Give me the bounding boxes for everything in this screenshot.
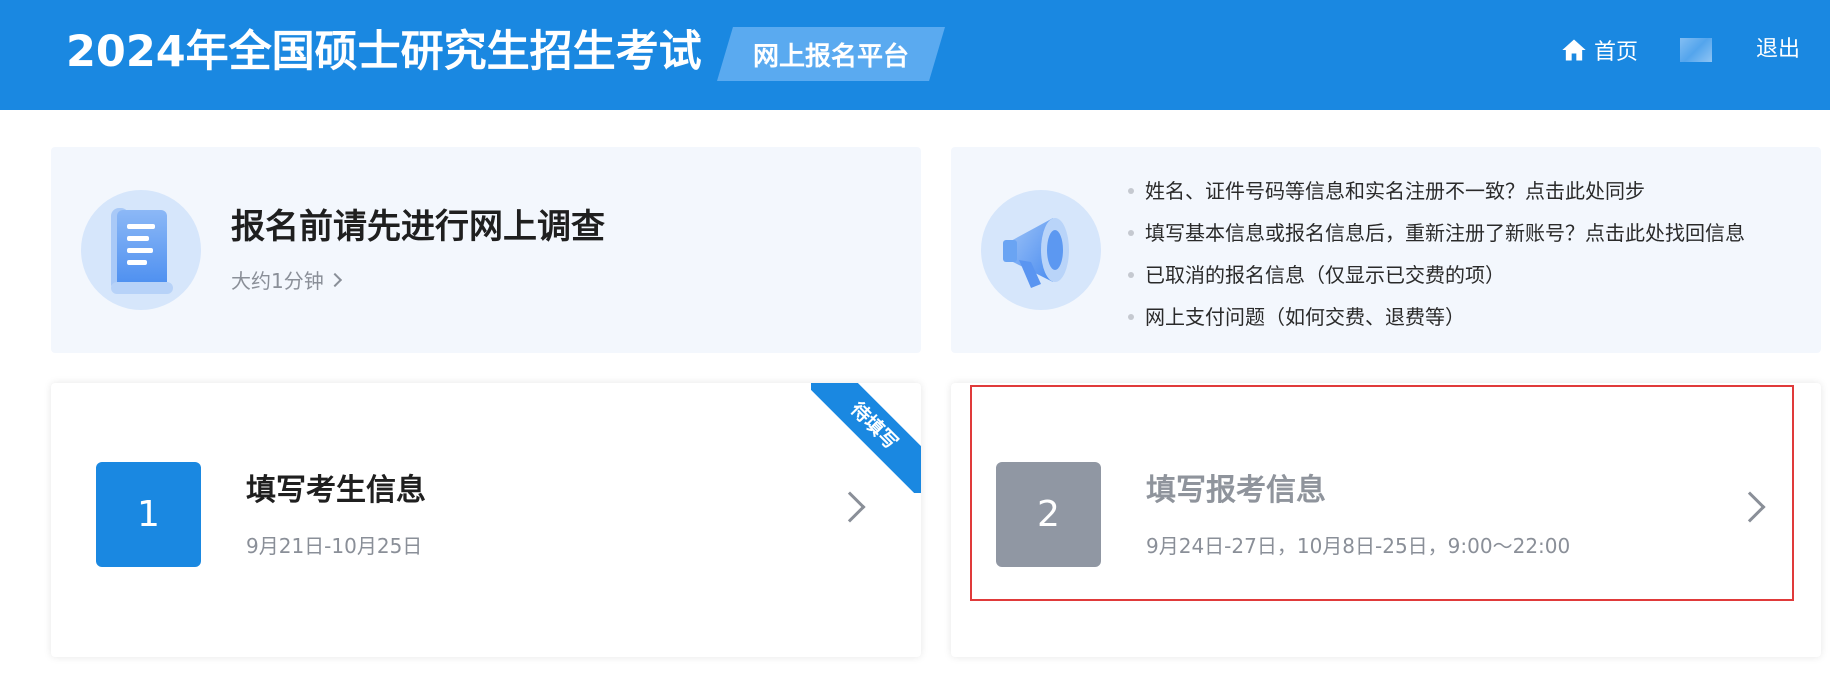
step-title: 填写考生信息 [246, 473, 426, 508]
megaphone-icon-circle [981, 190, 1101, 310]
step-number-badge: 2 [996, 462, 1101, 567]
help-link-sync-identity[interactable]: 姓名、证件号码等信息和实名注册不一致？点击此处同步 [1128, 170, 1745, 212]
status-ribbon: 待填写 [811, 383, 921, 493]
help-links-list: 姓名、证件号码等信息和实名注册不一致？点击此处同步 填写基本信息或报名信息后，重… [1128, 170, 1745, 338]
survey-duration-label: 大约1分钟 [231, 269, 324, 293]
step-title: 填写报考信息 [1146, 473, 1326, 508]
step-date: 9月24日-27日，10月8日-25日，9:00～22:00 [1146, 534, 1571, 558]
platform-badge: 网上报名平台 [717, 27, 945, 81]
chevron-right-icon [327, 272, 342, 287]
help-info-card: 姓名、证件号码等信息和实名注册不一致？点击此处同步 填写基本信息或报名信息后，重… [951, 147, 1821, 353]
step-card-candidate-info[interactable]: 1 填写考生信息 9月21日-10月25日 待填写 [51, 383, 921, 657]
nav-home-link[interactable]: 首页 [1560, 32, 1638, 68]
exam-title: 2024年全国硕士研究生招生考试 [66, 27, 702, 77]
survey-duration-link[interactable]: 大约1分钟 [231, 265, 342, 294]
help-link-cancelled-registrations[interactable]: 已取消的报名信息（仅显示已交费的项） [1128, 254, 1745, 296]
step-number-badge: 1 [96, 462, 201, 567]
nav-logout-link[interactable]: 退出 [1756, 32, 1800, 68]
help-link-payment-issues[interactable]: 网上支付问题（如何交费、退费等） [1128, 296, 1745, 338]
user-avatar[interactable] [1680, 38, 1712, 62]
platform-badge-label: 网上报名平台 [752, 41, 909, 72]
nav-home-label: 首页 [1594, 40, 1639, 65]
help-link-recover-info[interactable]: 填写基本信息或报名信息后，重新注册了新账号？点击此处找回信息 [1128, 212, 1745, 254]
status-ribbon-label: 待填写 [811, 383, 921, 493]
megaphone-icon [1003, 218, 1069, 288]
document-scroll-icon [111, 208, 173, 294]
survey-icon-circle [81, 190, 201, 310]
survey-card[interactable]: 报名前请先进行网上调查 大约1分钟 [51, 147, 921, 353]
chevron-right-icon [1734, 491, 1766, 523]
top-header: 2024年全国硕士研究生招生考试 网上报名平台 首页 退出 [0, 0, 1830, 110]
home-icon [1562, 39, 1586, 61]
step-date: 9月21日-10月25日 [246, 534, 423, 558]
survey-title: 报名前请先进行网上调查 [231, 207, 605, 247]
step-card-application-info[interactable]: 2 填写报考信息 9月24日-27日，10月8日-25日，9:00～22:00 [951, 383, 1821, 657]
chevron-right-icon [834, 491, 866, 523]
